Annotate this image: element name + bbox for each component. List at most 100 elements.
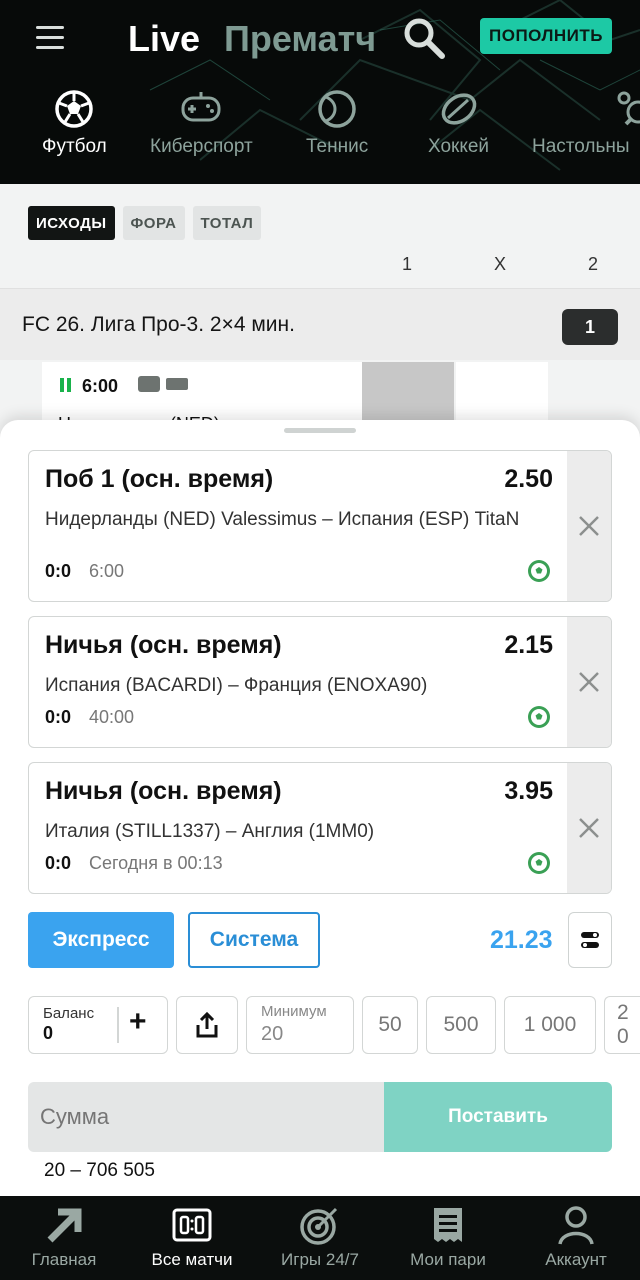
sheet-drag-handle[interactable] (284, 428, 356, 433)
sport-label: Настольны (532, 136, 630, 157)
league-count-badge: 1 (562, 309, 618, 345)
bet-title: Ничья (осн. время) (45, 777, 282, 805)
gamepad-icon (181, 92, 221, 122)
bet-title: Ничья (осн. время) (45, 631, 282, 659)
bet-teams: Италия (STILL1337) – Англия (1MM0) (45, 821, 375, 842)
sport-tab-hockey[interactable]: Хоккей (428, 88, 489, 158)
share-icon (196, 1011, 218, 1038)
football-icon (528, 852, 550, 874)
bet-card: Ничья (осн. время) 2.15 Испания (BACARDI… (28, 616, 612, 748)
filter-total[interactable]: ТОТАЛ (192, 206, 262, 240)
filter-outcomes[interactable]: ИСХОДЫ (28, 206, 115, 240)
receipt-icon (434, 1208, 462, 1242)
market-filters: ИСХОДЫ ФОРА ТОТАЛ (28, 206, 262, 240)
close-icon (579, 818, 599, 838)
quick-amount-button[interactable]: 1 000 (504, 996, 596, 1054)
app-header: Live Прематч ПОПОЛНИТЬ Футбол Киберспорт… (0, 0, 640, 184)
nav-label: Мои пари (410, 1250, 486, 1269)
amount-row: Баланс 0 + Минимум 20 50 500 1 000 2 0 (0, 996, 640, 1056)
divider (117, 1007, 119, 1043)
stake-input[interactable] (28, 1082, 384, 1152)
sport-label: Киберспорт (150, 136, 253, 157)
minimum-label: Минимум (261, 1003, 327, 1020)
bet-score: 0:0 (45, 707, 72, 727)
bottom-navigation: Главная Все матчи Игры 24/7 Мои пари Акк… (0, 1196, 640, 1280)
bet-time: Сегодня в 00:13 (89, 853, 223, 873)
quick-amount-button[interactable]: 500 (426, 996, 496, 1054)
minimum-value: 20 (261, 1023, 284, 1045)
scoreboard-icon (172, 1208, 212, 1242)
bet-time: 40:00 (89, 707, 135, 727)
search-icon[interactable] (402, 16, 446, 60)
league-name: FC 26. Лига Про-3. 2×4 мин. (22, 313, 295, 336)
nav-label: Игры 24/7 (281, 1250, 359, 1269)
table-tennis-icon (617, 91, 640, 126)
close-icon (579, 672, 599, 692)
sports-bar: Футбол Киберспорт Теннис Хоккей Настольн… (0, 88, 640, 184)
home-arrow-icon (47, 1208, 82, 1243)
football-icon (55, 90, 94, 128)
sport-label: Теннис (306, 136, 369, 157)
sport-tab-football[interactable]: Футбол (42, 88, 107, 158)
sport-tab-esports[interactable]: Киберспорт (150, 88, 253, 158)
remove-bet-button[interactable] (567, 617, 611, 747)
bet-score: 0:0 (45, 853, 72, 873)
close-icon (579, 516, 599, 536)
nav-my-bets[interactable]: Мои пари (384, 1196, 512, 1280)
stake-range: 20 – 706 505 (44, 1160, 155, 1181)
column-header-x: X (494, 254, 507, 274)
football-icon (528, 560, 550, 582)
system-button[interactable]: Система (188, 912, 320, 968)
video-icon (138, 376, 160, 392)
league-row[interactable]: FC 26. Лига Про-3. 2×4 мин. 1 (0, 288, 640, 360)
express-button[interactable]: Экспресс (28, 912, 174, 968)
place-bet-button[interactable]: Поставить (384, 1082, 612, 1152)
betslip-sheet: Поб 1 (осн. время) 2.50 Нидерланды (NED)… (0, 420, 640, 1196)
tab-prematch[interactable]: Прематч (224, 18, 376, 60)
tennis-icon (318, 90, 356, 128)
bet-time: 6:00 (89, 561, 125, 581)
bet-teams: Нидерланды (NED) Valessimus – Испания (E… (45, 509, 520, 530)
bet-score: 0:0 (45, 561, 72, 581)
sport-tab-table-games[interactable]: Настольны (532, 88, 640, 158)
balance-box: Баланс 0 + (28, 996, 168, 1054)
remove-bet-button[interactable] (567, 451, 611, 601)
nav-home[interactable]: Главная (0, 1196, 128, 1280)
quick-amount-button[interactable]: 2 0 (604, 996, 640, 1054)
add-funds-button[interactable]: + (129, 1005, 147, 1039)
remove-bet-button[interactable] (567, 763, 611, 893)
bet-card: Ничья (осн. время) 3.95 Италия (STILL133… (28, 762, 612, 894)
bet-odd: 3.95 (504, 777, 553, 805)
nav-account[interactable]: Аккаунт (512, 1196, 640, 1280)
nav-all-matches[interactable]: Все матчи (128, 1196, 256, 1280)
stats-icon (166, 378, 188, 390)
balance-value: 0 (43, 1023, 54, 1043)
nav-label: Все матчи (151, 1250, 233, 1269)
sport-label: Футбол (42, 136, 107, 157)
sport-tab-tennis[interactable]: Теннис (306, 88, 368, 158)
balance-label: Баланс (43, 1005, 95, 1022)
deposit-button[interactable]: ПОПОЛНИТЬ (480, 18, 612, 54)
filter-handicap[interactable]: ФОРА (122, 206, 185, 240)
bet-odd: 2.50 (504, 465, 553, 493)
football-icon (528, 706, 550, 728)
sport-label: Хоккей (428, 136, 490, 157)
live-pause-icon (60, 378, 74, 392)
nav-label: Аккаунт (545, 1250, 607, 1269)
minimum-box[interactable]: Минимум 20 (246, 996, 354, 1054)
toggle-settings-icon (581, 932, 599, 948)
user-icon (558, 1206, 594, 1245)
column-header-1: 1 (402, 254, 413, 274)
column-header-2: 2 (588, 254, 599, 274)
tab-live[interactable]: Live (128, 18, 200, 60)
nav-label: Главная (31, 1250, 97, 1269)
menu-icon[interactable] (36, 26, 64, 50)
target-icon (300, 1207, 338, 1245)
quick-amount-button[interactable]: 50 (362, 996, 418, 1054)
settings-toggle-button[interactable] (568, 912, 612, 968)
share-button[interactable] (176, 996, 238, 1054)
match-time: 6:00 (82, 376, 119, 396)
bet-title: Поб 1 (осн. время) (45, 465, 274, 493)
bet-teams: Испания (BACARDI) – Франция (ENOXA90) (45, 675, 428, 696)
nav-games[interactable]: Игры 24/7 (256, 1196, 384, 1280)
